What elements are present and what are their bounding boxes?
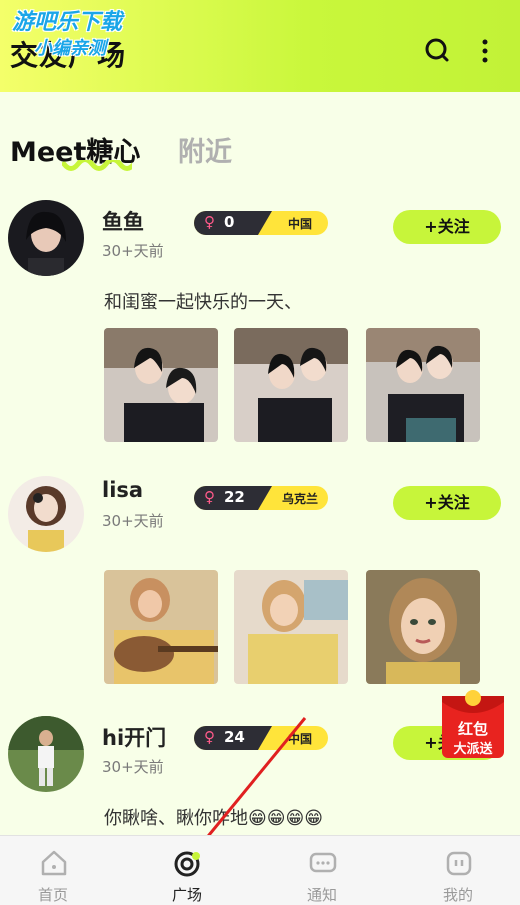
badge-country: 乌克兰 [281,492,318,506]
nav-profile-label: 我的 [442,886,473,904]
post-time: 30+天前 [102,758,164,776]
nav-home[interactable]: 首页 [3,836,103,905]
post-time: 30+天前 [102,242,164,260]
watermark-logo: 游吧乐下载 小编亲测 [12,10,122,62]
follow-button[interactable]: +关注 [393,486,501,520]
bottom-nav: 首页 广场 通知 我的 [0,835,520,905]
post-photo[interactable] [366,570,480,684]
post-text: 和闺蜜一起快乐的一天、 [104,292,302,313]
tab-nearby[interactable]: 附近 [178,130,232,169]
post-photo[interactable] [366,328,480,442]
user-badge: ♀ 22 乌克兰 [194,486,328,510]
nav-home-label: 首页 [37,886,68,904]
follow-button[interactable]: +关注 [393,210,501,244]
nav-plaza[interactable]: 广场 [137,836,237,905]
post-time: 30+天前 [102,512,164,530]
avatar[interactable] [8,200,84,276]
watermark-line1: 游吧乐下载 [12,10,123,35]
post-photo[interactable] [104,328,218,442]
red-packet-line2: 大派送 [453,742,493,757]
username[interactable]: 鱼鱼 [102,206,144,236]
profile-icon [446,851,472,876]
more-options-icon[interactable] [470,36,500,66]
nav-notifications-label: 通知 [306,886,337,904]
female-icon: ♀ [204,213,215,231]
active-tab-indicator [62,160,132,171]
home-icon [41,850,67,876]
avatar[interactable] [8,476,84,552]
user-badge: ♀ 0 中国 [194,211,328,235]
username[interactable]: lisa [102,478,143,502]
search-icon[interactable] [423,36,453,66]
red-packet-banner[interactable]: 红包 大派送 [440,688,506,760]
post-photo[interactable] [234,570,348,684]
username[interactable]: hi开门 [102,722,166,752]
nav-plaza-label: 广场 [171,886,202,904]
avatar[interactable] [8,716,84,792]
nav-notifications[interactable]: 通知 [272,836,372,905]
female-icon: ♀ [204,488,215,506]
watermark-line2: 小编亲测 [34,38,106,59]
badge-count: 22 [224,488,245,506]
post-photo[interactable] [104,570,218,684]
badge-country: 中国 [287,217,312,231]
plaza-icon [174,851,200,877]
badge-count: 0 [224,213,235,231]
nav-profile[interactable]: 我的 [408,836,508,905]
post-photo[interactable] [234,328,348,442]
message-icon [309,852,337,873]
top-header: 交友广场 游吧乐下载 小编亲测 [0,0,520,92]
red-packet-line1: 红包 [457,720,488,738]
